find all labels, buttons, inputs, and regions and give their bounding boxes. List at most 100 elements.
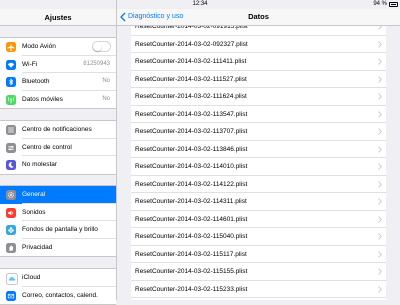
list-item[interactable]: ResetCounter-2014-03-02-115117.plist: [131, 246, 386, 263]
chevron-right-icon: [378, 180, 382, 188]
antenna-icon: [6, 94, 16, 105]
list-item[interactable]: ResetCounter-2014-03-02-114311.plist: [131, 193, 386, 211]
sidebar-item-label: Modo Avión: [22, 43, 56, 50]
sidebar-item-label: Fondos de pantalla y brillo: [22, 226, 98, 233]
detail-navbar: Diagnóstico y uso Datos: [117, 9, 400, 26]
chevron-right-icon: [378, 26, 382, 30]
bluetooth-value: No: [102, 78, 110, 84]
sidebar-group-preferences: General Sonidos Fondos de pantalla y bri…: [0, 185, 116, 257]
speaker-icon: [6, 207, 16, 218]
flower-icon: [6, 225, 16, 235]
bluetooth-icon: [6, 77, 16, 87]
file-name: ResetCounter-2014-03-02-113707.plist: [135, 128, 248, 135]
file-name: ResetCounter-2014-03-02-114122.plist: [135, 180, 248, 188]
sidebar-item-label: Wi-Fi: [22, 60, 38, 68]
file-name: ResetCounter-2014-03-02-114601.plist: [135, 215, 248, 223]
chevron-right-icon: [378, 75, 382, 83]
control-center-icon: [6, 142, 16, 153]
chevron-right-icon: [378, 268, 382, 275]
cellular-value: No: [102, 95, 110, 102]
chevron-right-icon: [378, 198, 382, 205]
sidebar-item-wallpaper-brightness[interactable]: Fondos de pantalla y brillo: [0, 221, 116, 239]
sidebar-item-cellular-data[interactable]: Datos móviles No: [0, 91, 116, 109]
file-name: ResetCounter-2014-03-02-091915.plist: [135, 26, 248, 30]
sidebar-item-control-center[interactable]: Centro de control: [0, 139, 116, 157]
moon-icon: [6, 160, 16, 170]
file-name: ResetCounter-2014-03-02-111624.plist: [135, 93, 247, 100]
list-item[interactable]: ResetCounter-2014-03-02-115233.plist: [131, 281, 386, 298]
chevron-right-icon: [378, 145, 382, 153]
file-name: ResetCounter-2014-03-02-115117.plist: [135, 250, 247, 258]
hand-icon: [6, 242, 16, 253]
sidebar-item-general[interactable]: General: [0, 186, 116, 204]
notifications-icon: [6, 125, 16, 135]
chevron-right-icon: [378, 285, 382, 293]
file-name: ResetCounter-2014-03-02-111527.plist: [135, 75, 247, 83]
sidebar-item-label: Centro de notificaciones: [22, 126, 92, 133]
sidebar-item-airplane-mode[interactable]: Modo Avión: [0, 38, 116, 56]
list-item[interactable]: ResetCounter-2014-03-02-113846.plist: [131, 141, 386, 158]
settings-sidebar: Ajustes Modo Avión Wi-Fi 81250943 Blueto…: [0, 0, 117, 305]
list-item[interactable]: ResetCounter-2014-03-02-111624.plist: [131, 88, 386, 106]
airplane-mode-toggle[interactable]: [92, 41, 111, 52]
list-item[interactable]: ResetCounter-2014-03-02-114122.plist: [131, 176, 386, 193]
sidebar-item-label: Privacidad: [22, 243, 53, 251]
list-item[interactable]: ResetCounter-2014-03-02-113707.plist: [131, 123, 386, 141]
file-name: ResetCounter-2014-03-02-115155.plist: [135, 268, 248, 275]
sidebar-group-system: Centro de notificaciones Centro de contr…: [0, 120, 116, 175]
file-name: ResetCounter-2014-03-02-092327.plist: [135, 40, 248, 48]
sidebar-item-bluetooth[interactable]: Bluetooth No: [0, 73, 116, 91]
file-name: ResetCounter-2014-03-02-113846.plist: [135, 145, 248, 153]
chevron-right-icon: [378, 93, 382, 100]
list-item[interactable]: ResetCounter-2014-03-02-114601.plist: [131, 211, 386, 228]
list-item[interactable]: ResetCounter-2014-03-02-091915.plist: [131, 26, 386, 36]
sidebar-item-sounds[interactable]: Sonidos: [0, 204, 116, 222]
list-item[interactable]: ResetCounter-2014-03-02-113547.plist: [131, 106, 386, 123]
list-item[interactable]: ResetCounter-2014-03-02-115155.plist: [131, 263, 386, 281]
file-name: ResetCounter-2014-03-02-114010.plist: [135, 163, 248, 170]
toggle-knob: [93, 42, 102, 51]
sidebar-item-wifi[interactable]: Wi-Fi 81250943: [0, 56, 116, 74]
sidebar-item-icloud[interactable]: iCloud: [0, 269, 116, 287]
sidebar-item-label: Centro de control: [22, 143, 72, 151]
chevron-right-icon: [378, 250, 382, 258]
page-title: Datos: [117, 9, 400, 25]
sidebar-item-mail-contacts-calendars[interactable]: Correo, contactos, calend.: [0, 287, 116, 305]
list-item[interactable]: ResetCounter-2014-03-02-114010.plist: [131, 158, 386, 176]
gear-icon: [6, 190, 16, 200]
sidebar-item-label: iCloud: [22, 274, 41, 281]
chevron-right-icon: [378, 40, 382, 48]
chevron-right-icon: [378, 58, 382, 65]
sidebar-item-do-not-disturb[interactable]: No molestar: [0, 156, 116, 174]
file-name: ResetCounter-2014-03-02-114311.plist: [135, 198, 247, 205]
sidebar-item-label: Sonidos: [22, 208, 46, 216]
file-name: ResetCounter-2014-03-02-115040.plist: [135, 233, 248, 240]
file-name: ResetCounter-2014-03-02-111411.plist: [135, 58, 247, 65]
list-item[interactable]: ResetCounter-2014-03-02-111411.plist: [131, 53, 386, 71]
list-item[interactable]: ResetCounter-2014-03-02-115040.plist: [131, 228, 386, 246]
sidebar-item-label: General: [22, 191, 46, 198]
sidebar-title: Ajustes: [0, 9, 116, 26]
airplane-icon: [6, 42, 16, 52]
sidebar-item-label: No molestar: [22, 161, 58, 168]
chevron-right-icon: [378, 233, 382, 240]
file-list[interactable]: ResetCounter-2014-03-02-091915.plist Rese…: [117, 26, 400, 300]
sidebar-item-notifications[interactable]: Centro de notificaciones: [0, 121, 116, 139]
file-name: ResetCounter-2014-03-02-113547.plist: [135, 110, 248, 118]
list-item[interactable]: ResetCounter-2014-03-02-111527.plist: [131, 71, 386, 88]
sidebar-group-accounts: iCloud Correo, contactos, calend.: [0, 268, 116, 305]
sidebar-item-label: Bluetooth: [22, 78, 50, 85]
battery-percent: 94 %: [373, 1, 387, 7]
list-item[interactable]: ResetCounter-2014-03-02-092327.plist: [131, 36, 386, 53]
chevron-right-icon: [378, 215, 382, 223]
chevron-right-icon: [378, 128, 382, 135]
page-title-text: Datos: [248, 12, 269, 21]
sidebar-item-label: Correo, contactos, calend.: [22, 291, 98, 299]
chevron-right-icon: [378, 110, 382, 118]
sidebar-group-connectivity: Modo Avión Wi-Fi 81250943 Bluetooth No D…: [0, 37, 116, 109]
file-name: ResetCounter-2014-03-02-115233.plist: [135, 285, 248, 293]
wifi-icon: [6, 59, 16, 70]
cloud-icon: [6, 273, 18, 285]
sidebar-item-privacy[interactable]: Privacidad: [0, 239, 116, 257]
mail-icon: [6, 290, 16, 301]
